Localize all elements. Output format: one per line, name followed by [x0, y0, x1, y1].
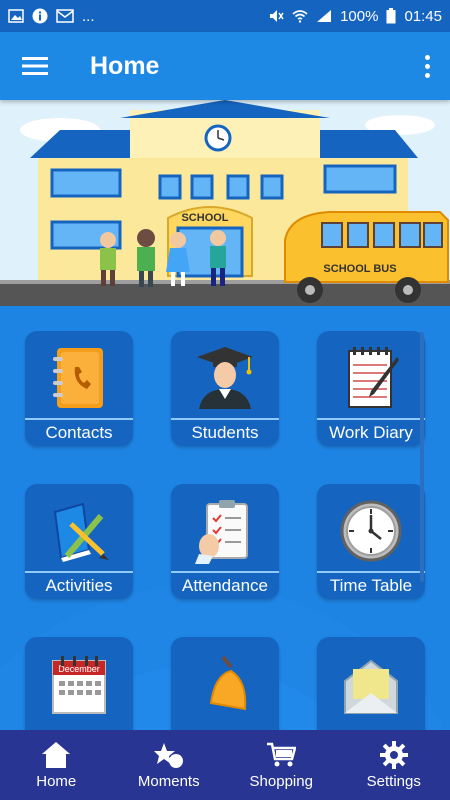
tile-divider [25, 571, 133, 573]
school-bus-sign: SCHOOL BUS [323, 263, 396, 275]
tile-divider [317, 571, 425, 573]
more-vertical-dot [424, 72, 430, 78]
shopping-cart-icon [267, 742, 297, 766]
gear-icon [379, 740, 408, 769]
school-banner: SCHOOL SCHOOL BUS [0, 100, 450, 306]
tile-label: Attendance [181, 576, 268, 595]
tile-divider [171, 418, 279, 420]
tile-time-table[interactable]: Time Table [317, 484, 425, 599]
page-title: Home [90, 51, 160, 80]
battery-percent: 100% [340, 7, 379, 25]
nav-moments-label: Moments [137, 772, 200, 790]
app-bar: Home [0, 32, 450, 100]
clock-icon [340, 500, 402, 562]
wifi-icon [292, 10, 308, 23]
nav-shopping[interactable]: Shopping [225, 730, 338, 800]
tile-contacts[interactable]: Contacts [25, 331, 133, 446]
tile-label: Time Table [329, 576, 413, 595]
tile-label: Work Diary [329, 423, 413, 442]
tile-icon-box: December [25, 645, 133, 723]
nav-shopping-label: Shopping [249, 772, 313, 790]
calendar-icon: December [52, 656, 106, 714]
nav-home-label: Home [36, 772, 77, 790]
tile-divider [171, 571, 279, 573]
tile-icon-box [317, 645, 425, 723]
address-book-icon [53, 348, 103, 408]
tile-work-diary[interactable]: Work Diary [317, 331, 425, 446]
tile-label: Activities [45, 576, 113, 595]
status-bar-left: ... [0, 8, 103, 25]
mute-icon [270, 10, 284, 22]
tile-icon-box [25, 492, 133, 570]
mail-icon [56, 9, 74, 23]
nav-home[interactable]: Home [0, 730, 113, 800]
tile-divider [317, 418, 425, 420]
tile-icon-box [171, 492, 279, 570]
moments-star-icon [153, 742, 183, 768]
status-bar: ... 100% 01:45 [0, 0, 450, 32]
module-grid: Contacts Students Work Diary Activities … [0, 306, 450, 730]
tile-icon-box [25, 339, 133, 417]
more-dots-icon: ... [82, 7, 95, 25]
tile-attendance[interactable]: Attendance [171, 484, 279, 599]
nav-settings-label: Settings [366, 772, 421, 790]
tile-students[interactable]: Students [171, 331, 279, 446]
tile-bell[interactable] [171, 637, 279, 730]
signal-icon [317, 10, 332, 22]
graduate-student-icon [197, 347, 253, 409]
tile-envelope[interactable] [317, 637, 425, 730]
more-vertical-dot [424, 63, 430, 69]
status-bar-right: 100% 01:45 [260, 8, 450, 25]
school-illustration: SCHOOL SCHOOL BUS [0, 100, 450, 306]
school-sign: SCHOOL [181, 212, 228, 224]
tile-calendar[interactable]: December [25, 637, 133, 730]
nav-settings[interactable]: Settings [338, 730, 450, 800]
notepad-icon [348, 347, 399, 408]
battery-icon [386, 8, 396, 24]
calendar-month: December [58, 664, 100, 674]
bottom-navigation: Home Moments Shopping Settings [0, 730, 450, 800]
scrollbar[interactable] [420, 332, 424, 582]
overflow-menu-button[interactable] [414, 46, 440, 86]
tile-icon-box [317, 339, 425, 417]
bell-icon [209, 655, 247, 711]
tile-icon-box [171, 645, 279, 723]
tile-icon-box [171, 339, 279, 417]
nav-moments[interactable]: Moments [113, 730, 226, 800]
envelope-icon [344, 659, 398, 714]
more-vertical-icon [424, 54, 430, 60]
book-pencil-icon [53, 502, 109, 562]
hamburger-icon [22, 57, 48, 75]
tile-icon-box [317, 492, 425, 570]
info-icon [32, 8, 48, 24]
tile-divider [25, 418, 133, 420]
image-icon [8, 9, 24, 23]
tile-activities[interactable]: Activities [25, 484, 133, 599]
home-icon [42, 741, 71, 768]
clipboard-checklist-icon [195, 500, 248, 564]
tile-label: Students [191, 423, 259, 442]
tile-label: Contacts [45, 423, 113, 442]
menu-button[interactable] [0, 32, 70, 100]
clock-time: 01:45 [404, 7, 442, 25]
